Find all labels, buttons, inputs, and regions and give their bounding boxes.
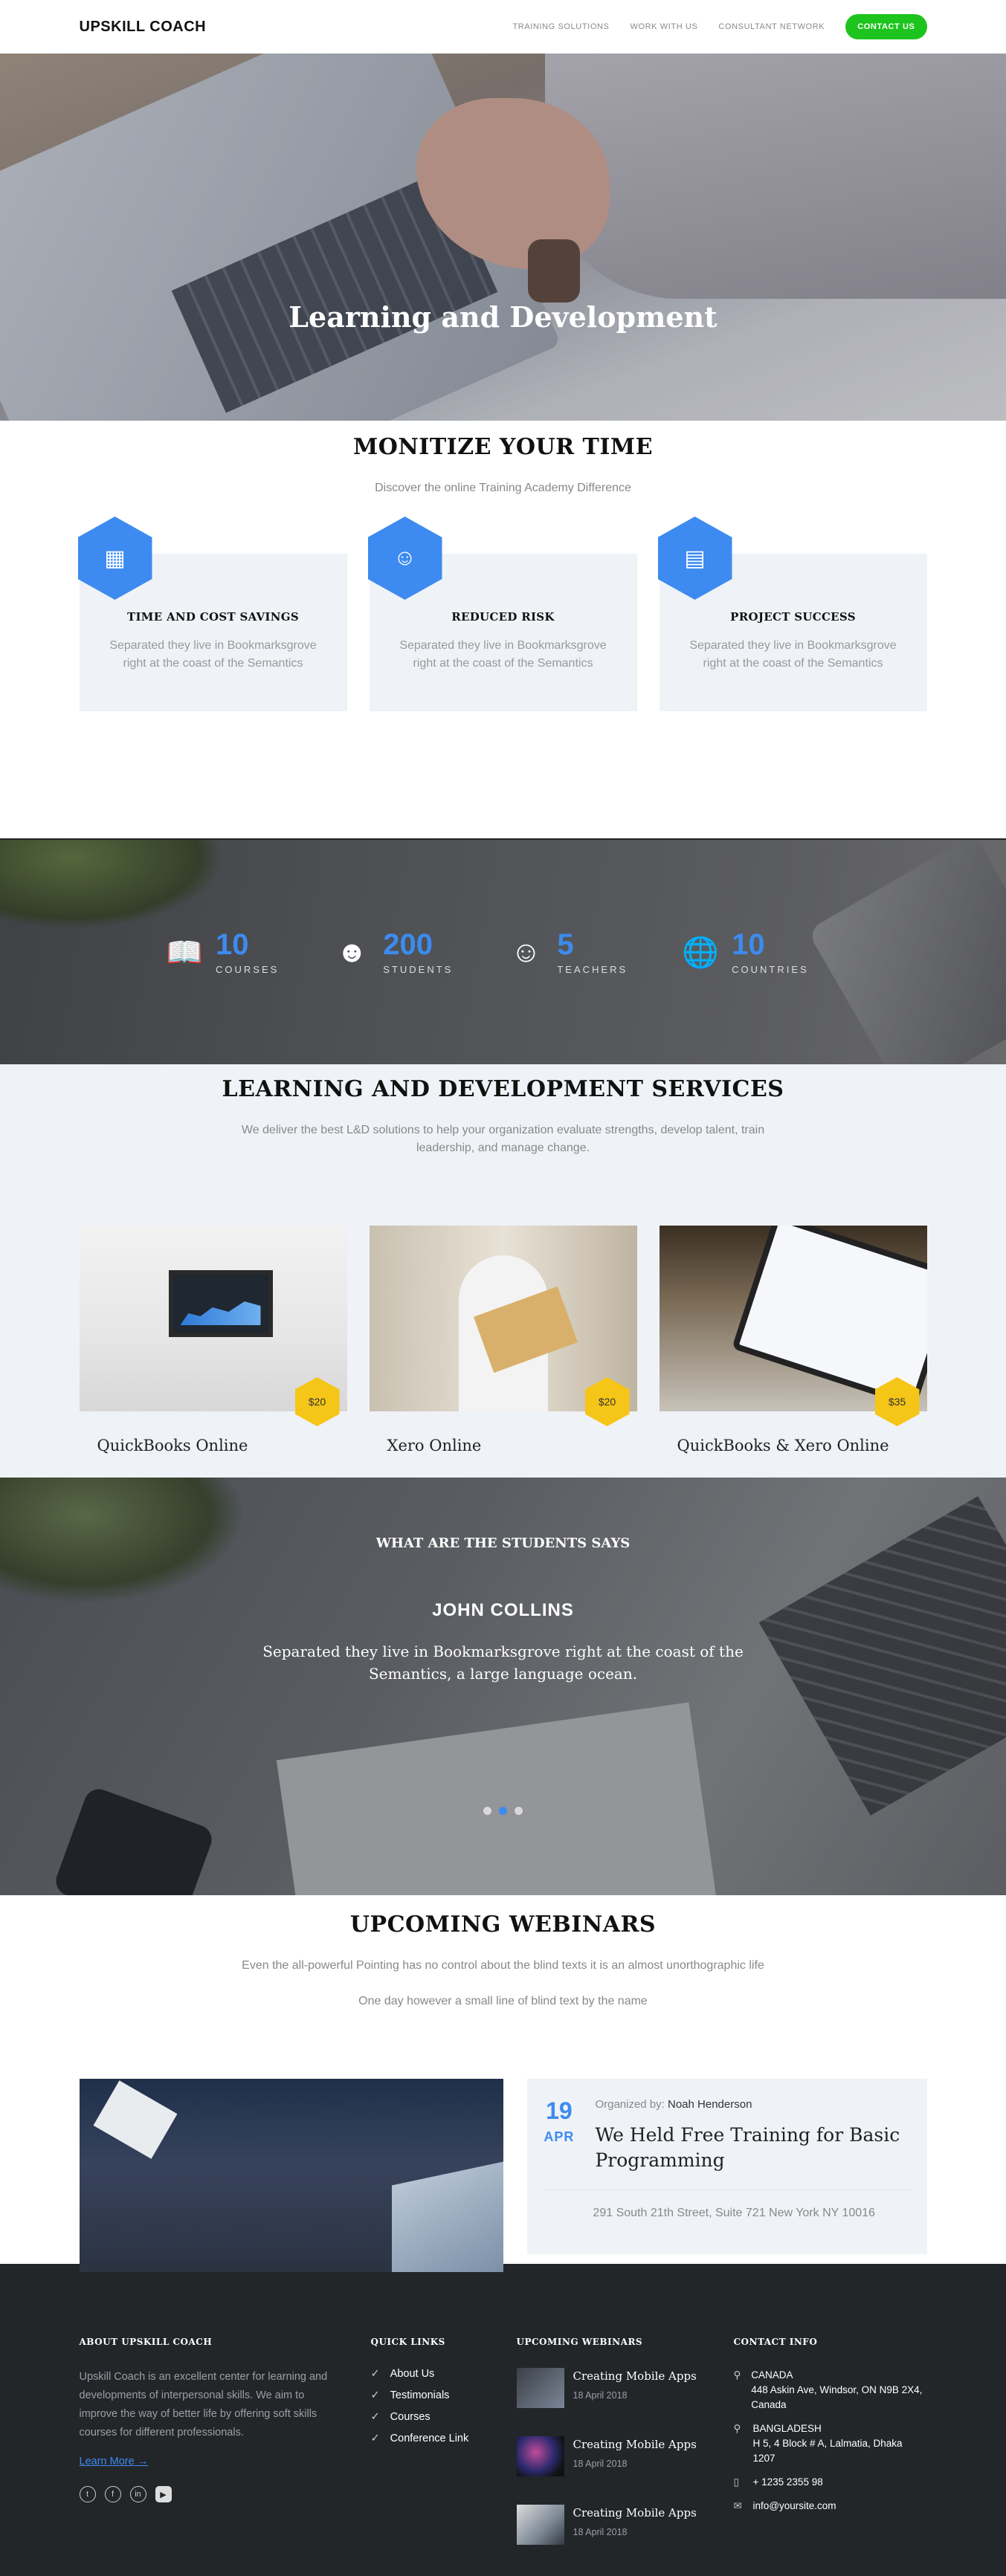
arrow-right-icon: →: [137, 2456, 149, 2467]
webinar-post[interactable]: Creating Mobile Apps 18 April 2018: [516, 2436, 734, 2476]
feature-list: ▦ TIME AND COST SAVINGS Separated they l…: [77, 517, 927, 711]
contact-canada: ⚲ CANADA 448 Askin Ave, Windsor, ON N9B 2…: [734, 2368, 927, 2412]
stat-students: ☻ 200 STUDENTS: [331, 929, 453, 975]
event-title[interactable]: We Held Free Training for Basic Programm…: [595, 2123, 910, 2173]
teacher-icon: ☺: [510, 935, 541, 968]
section-subtitle: Discover the online Training Academy Dif…: [375, 482, 631, 494]
section-subtitle: Even the all-powerful Pointing has no co…: [242, 1959, 764, 1972]
about-text: Upskill Coach is an excellent center for…: [79, 2371, 328, 2439]
check-icon: ✓: [370, 2433, 380, 2444]
contact-bangladesh: ⚲ BANGLADESH H 5, 4 Block # A, Lalmatia, …: [734, 2421, 927, 2466]
location-pin-icon: ⚲: [733, 2423, 741, 2434]
course-list: $20 QuickBooks Online $20 Xero Online $3…: [79, 1226, 927, 1454]
globe-icon: 🌐: [682, 936, 720, 969]
section-title: MONITIZE YOUR TIME: [353, 434, 653, 460]
testimonial-heading: WHAT ARE THE STUDENTS SAYS: [375, 1535, 631, 1551]
feature-title: PROJECT SUCCESS: [730, 610, 856, 624]
building-icon: ▦: [77, 517, 152, 600]
course-card[interactable]: $35 QuickBooks & Xero Online: [659, 1226, 927, 1454]
nav-consultant-network[interactable]: CONSULTANT NETWORK: [718, 22, 825, 31]
location-pin-icon: ⚲: [733, 2369, 741, 2381]
document-icon: ▤: [657, 517, 732, 600]
contact-us-button[interactable]: CONTACT US: [845, 14, 927, 39]
hero-title: Learning and Development: [288, 300, 718, 334]
contact-email[interactable]: ✉ info@yoursite.com: [734, 2499, 927, 2514]
site-footer: ABOUT UPSKILL COACH Upskill Coach is an …: [0, 2264, 1006, 2576]
feature-card: ☺ REDUCED RISK Separated they live in Bo…: [367, 517, 637, 711]
feature-card: ▤ PROJECT SUCCESS Separated they live in…: [657, 517, 927, 711]
graduate-student-icon: ☻: [336, 935, 368, 968]
footer-quick-links: QUICK LINKS ✓ About Us ✓ Testimonials ✓ Cou…: [371, 2337, 517, 2573]
section-subtitle: We deliver the best L&D solutions to hel…: [241, 1124, 765, 1154]
carousel-dot[interactable]: [515, 1807, 523, 1815]
twitter-icon[interactable]: t: [79, 2486, 96, 2502]
footer-about: ABOUT UPSKILL COACH Upskill Coach is an …: [79, 2337, 371, 2573]
brand-logo[interactable]: UPSKILL COACH: [80, 19, 207, 36]
check-icon: ✓: [370, 2368, 380, 2380]
course-card[interactable]: $20 QuickBooks Online: [79, 1226, 347, 1454]
check-icon: ✓: [370, 2411, 380, 2423]
footer-upcoming-webinars: UPCOMING WEBINARS Creating Mobile Apps 18…: [516, 2337, 734, 2573]
section-subtitle-line2: One day however a small line of blind te…: [358, 1995, 648, 2007]
event-address: 291 South 21th Street, Suite 721 New Yor…: [544, 2190, 911, 2220]
section-title: UPCOMING WEBINARS: [349, 1912, 657, 1938]
course-card[interactable]: $20 Xero Online: [369, 1226, 637, 1454]
section-title: LEARNING AND DEVELOPMENT SERVICES: [222, 1076, 784, 1102]
top-nav: UPSKILL COACH TRAINING SOLUTIONS WORK WI…: [0, 0, 1006, 54]
testimonial-section: WHAT ARE THE STUDENTS SAYS JOHN COLLINS …: [0, 1478, 1006, 1895]
feature-text: Separated they live in Bookmarksgrove ri…: [689, 639, 897, 670]
youtube-icon[interactable]: ▶: [155, 2486, 172, 2502]
learn-more-link[interactable]: Learn More →: [80, 2456, 149, 2467]
course-title[interactable]: Xero Online: [387, 1437, 637, 1454]
feature-title: REDUCED RISK: [451, 610, 555, 624]
check-icon: ✓: [370, 2389, 380, 2401]
testimonial-carousel-dots: [0, 1807, 1006, 1815]
stat-courses: 📖 10 COURSES: [164, 929, 279, 975]
nav-work-with-us[interactable]: WORK WITH US: [630, 22, 697, 31]
user-icon: ☺: [367, 517, 442, 600]
webinar-post[interactable]: Creating Mobile Apps 18 April 2018: [516, 2505, 734, 2545]
post-thumbnail[interactable]: [516, 2505, 564, 2545]
course-title[interactable]: QuickBooks Online: [97, 1437, 347, 1454]
webinars-section: UPCOMING WEBINARS Even the all-powerful …: [0, 1895, 1006, 2272]
footer-link[interactable]: ✓ About Us: [371, 2368, 517, 2380]
facebook-icon[interactable]: f: [104, 2486, 121, 2502]
post-thumbnail[interactable]: [516, 2368, 564, 2408]
monitize-section: MONITIZE YOUR TIME Discover the online T…: [0, 421, 1006, 838]
nav-training-solutions[interactable]: TRAINING SOLUTIONS: [512, 22, 609, 31]
post-thumbnail[interactable]: [516, 2436, 564, 2476]
stat-countries: 🌐 10 COUNTRIES: [680, 929, 809, 975]
contact-phone[interactable]: ▯ + 1235 2355 98: [734, 2475, 927, 2490]
footer-contact: CONTACT INFO ⚲ CANADA 448 Askin Ave, Wind…: [734, 2337, 927, 2573]
feature-text: Separated they live in Bookmarksgrove ri…: [399, 639, 607, 670]
hero-banner: Learning and Development: [0, 54, 1006, 421]
mail-icon: ✉: [733, 2500, 742, 2511]
stat-teachers: ☺ 5 TEACHERS: [505, 929, 628, 975]
feature-title: TIME AND COST SAVINGS: [127, 610, 299, 624]
webinar-card: 19 APR Organized by: Noah Henderson We H…: [527, 2079, 927, 2254]
footer-link[interactable]: ✓ Testimonials: [371, 2389, 517, 2401]
social-links: t f in ▶: [79, 2486, 371, 2502]
footer-link[interactable]: ✓ Courses: [371, 2411, 517, 2423]
course-title[interactable]: QuickBooks & Xero Online: [677, 1437, 927, 1454]
testimonial-quote: Separated they live in Bookmarksgrove ri…: [262, 1643, 744, 1683]
carousel-dot[interactable]: [499, 1807, 507, 1815]
event-date: 19 APR: [544, 2097, 575, 2144]
stats-section: 📖 10 COURSES ☻ 200 STUDENTS ☺ 5 TEACHERS 🌐 …: [0, 838, 1006, 1064]
footer-link[interactable]: ✓ Conference Link: [371, 2433, 517, 2444]
webinar-image[interactable]: [79, 2079, 504, 2272]
linkedin-icon[interactable]: in: [129, 2486, 146, 2502]
stats-row: 📖 10 COURSES ☻ 200 STUDENTS ☺ 5 TEACHERS 🌐 …: [164, 929, 809, 975]
testimonial-author: JOHN COLLINS: [432, 1600, 574, 1620]
carousel-dot[interactable]: [483, 1807, 491, 1815]
services-section: LEARNING AND DEVELOPMENT SERVICES We del…: [0, 1064, 1006, 1478]
course-book-icon: 📖: [166, 936, 203, 969]
webinar-event: 19 APR Organized by: Noah Henderson We H…: [79, 2079, 927, 2272]
main-menu: TRAINING SOLUTIONS WORK WITH US CONSULTA…: [512, 14, 927, 39]
feature-text: Separated they live in Bookmarksgrove ri…: [109, 639, 317, 670]
event-organizer: Organized by: Noah Henderson: [595, 2098, 752, 2111]
feature-card: ▦ TIME AND COST SAVINGS Separated they l…: [77, 517, 347, 711]
phone-icon: ▯: [733, 2476, 739, 2488]
webinar-post[interactable]: Creating Mobile Apps 18 April 2018: [516, 2368, 734, 2408]
